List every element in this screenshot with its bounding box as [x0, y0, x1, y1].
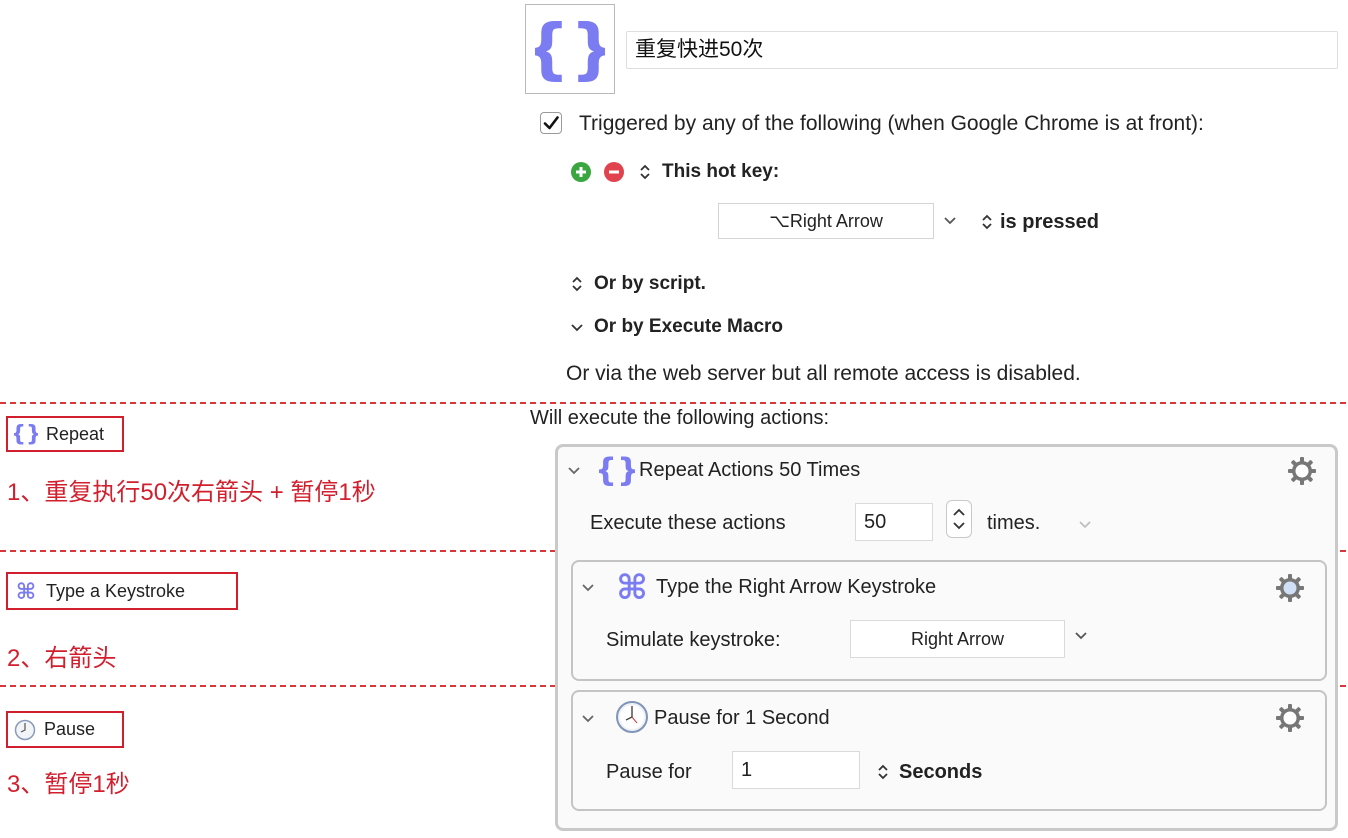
- trigger-type-updown-icon[interactable]: [638, 162, 652, 182]
- gear-icon[interactable]: [1274, 572, 1306, 604]
- command-key-icon: ⌘: [16, 580, 36, 603]
- svg-text:{}: {}: [14, 422, 38, 446]
- annotation-badge-type-keystroke: ⌘ Type a Keystroke: [6, 572, 238, 610]
- annotation-note: 1、重复执行50次右箭头 + 暂停1秒: [7, 479, 376, 506]
- gear-icon[interactable]: [1274, 702, 1306, 734]
- keystroke-collapse-chevron-icon[interactable]: [581, 580, 595, 594]
- clock-icon: [615, 700, 649, 734]
- curly-braces-icon: {}: [14, 422, 38, 446]
- repeat-collapse-chevron-icon[interactable]: [567, 463, 581, 477]
- add-trigger-button[interactable]: [571, 162, 591, 182]
- svg-text:{}: {}: [599, 452, 635, 488]
- hotkey-dropdown-chevron-icon[interactable]: [943, 213, 957, 227]
- repeat-action-title: Repeat Actions 50 Times: [639, 459, 861, 481]
- hotkey-field[interactable]: ⌥Right Arrow: [718, 203, 934, 239]
- pause-unit[interactable]: Seconds: [899, 761, 982, 784]
- svg-text:{}: {}: [535, 14, 605, 84]
- keystroke-action-title: Type the Right Arrow Keystroke: [656, 576, 937, 598]
- repeat-count-field[interactable]: 50: [855, 503, 933, 541]
- gear-icon[interactable]: [1286, 455, 1318, 487]
- unit-updown-icon[interactable]: [876, 762, 890, 782]
- actions-heading: Will execute the following actions:: [530, 407, 830, 429]
- repeat-count-stepper[interactable]: [946, 500, 972, 538]
- checkmark-icon: [543, 116, 559, 130]
- macro-icon[interactable]: {}: [525, 4, 615, 94]
- remove-trigger-button[interactable]: [604, 162, 624, 182]
- annotation-badge-label: Repeat: [46, 423, 105, 444]
- execute-actions-label: Execute these actions: [590, 512, 786, 534]
- svg-text:⌘: ⌘: [16, 580, 36, 603]
- hotkey-condition: is pressed: [1000, 211, 1099, 233]
- keystroke-field[interactable]: Right Arrow: [850, 620, 1065, 658]
- minus-icon: [609, 170, 619, 174]
- annotation-badge-repeat: {} Repeat: [6, 416, 124, 452]
- condition-updown-icon[interactable]: [980, 212, 994, 232]
- pause-duration-field[interactable]: 1: [732, 751, 860, 789]
- trigger-heading: Triggered by any of the following (when …: [579, 112, 1204, 135]
- curly-braces-icon: {}: [535, 14, 605, 84]
- clock-icon: [14, 719, 36, 740]
- repeat-options-chevron-icon[interactable]: [1078, 517, 1092, 531]
- pause-collapse-chevron-icon[interactable]: [581, 711, 595, 725]
- keystroke-dropdown-chevron-icon[interactable]: [1074, 628, 1088, 642]
- curly-braces-icon: {}: [599, 452, 635, 488]
- annotation-badge-label: Type a Keystroke: [46, 580, 186, 601]
- trigger-enabled-checkbox[interactable]: [540, 112, 562, 134]
- simulate-keystroke-label: Simulate keystroke:: [606, 629, 781, 651]
- command-key-icon: ⌘: [612, 568, 652, 606]
- hotkey-label: This hot key:: [662, 161, 780, 182]
- separator-line: [0, 402, 1346, 404]
- annotation-badge-label: Pause: [44, 719, 96, 739]
- or-execute-macro-chevron-icon[interactable]: [570, 320, 584, 334]
- macro-name-field[interactable]: 重复快进50次: [626, 31, 1338, 69]
- annotation-note: 3、暂停1秒: [7, 771, 130, 798]
- pause-action-title: Pause for 1 Second: [654, 707, 830, 729]
- web-server-note: Or via the web server but all remote acc…: [566, 362, 1081, 385]
- annotation-badge-pause: Pause: [6, 711, 124, 748]
- svg-text:⌘: ⌘: [616, 568, 648, 606]
- or-by-execute-macro[interactable]: Or by Execute Macro: [594, 316, 783, 338]
- annotation-note: 2、右箭头: [7, 645, 117, 672]
- or-by-script[interactable]: Or by script.: [594, 273, 706, 295]
- pause-for-label: Pause for: [606, 761, 692, 783]
- times-label: times.: [987, 512, 1041, 534]
- plus-icon: [576, 167, 586, 177]
- or-script-updown-icon[interactable]: [570, 274, 584, 294]
